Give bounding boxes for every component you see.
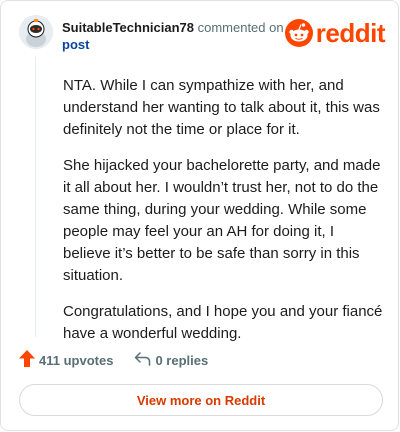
comment-header: SuitableTechnician78 commented on post r… — [19, 15, 386, 55]
reddit-logo[interactable]: reddit — [284, 18, 386, 48]
comment-paragraph: Congratulations, and I hope you and your… — [63, 303, 383, 342]
view-more-label: View more on Reddit — [136, 392, 266, 408]
reddit-wordmark: reddit — [315, 18, 386, 48]
post-link[interactable]: post — [62, 36, 284, 53]
upvote-arrow-icon — [19, 350, 39, 370]
comment-meta: SuitableTechnician78 commented on post — [62, 19, 284, 53]
comment-paragraph: NTA. While I can sympathize with her, an… — [63, 77, 380, 138]
comment-paragraph: She hijacked your bachelorette party, an… — [63, 157, 381, 284]
view-more-button[interactable]: View more on Reddit — [19, 384, 383, 416]
comment-embed-card: SuitableTechnician78 commented on post r… — [0, 0, 399, 431]
reply-arrow-icon — [134, 351, 155, 369]
comment-actions: 411 upvotes 0 replies — [19, 350, 229, 370]
comment-body: NTA. While I can sympathize with her, an… — [63, 75, 385, 359]
user-avatar-icon[interactable] — [19, 15, 53, 49]
commented-on-label: commented on — [197, 20, 284, 35]
upvote-count: 411 upvotes — [39, 352, 114, 368]
reply-count: 0 replies — [155, 352, 209, 368]
thread-line — [35, 57, 36, 337]
reddit-snoo-icon — [284, 19, 313, 47]
replies-button[interactable]: 0 replies — [134, 351, 209, 369]
upvote-button[interactable]: 411 upvotes — [19, 350, 113, 370]
username-link[interactable]: SuitableTechnician78 — [62, 20, 194, 35]
